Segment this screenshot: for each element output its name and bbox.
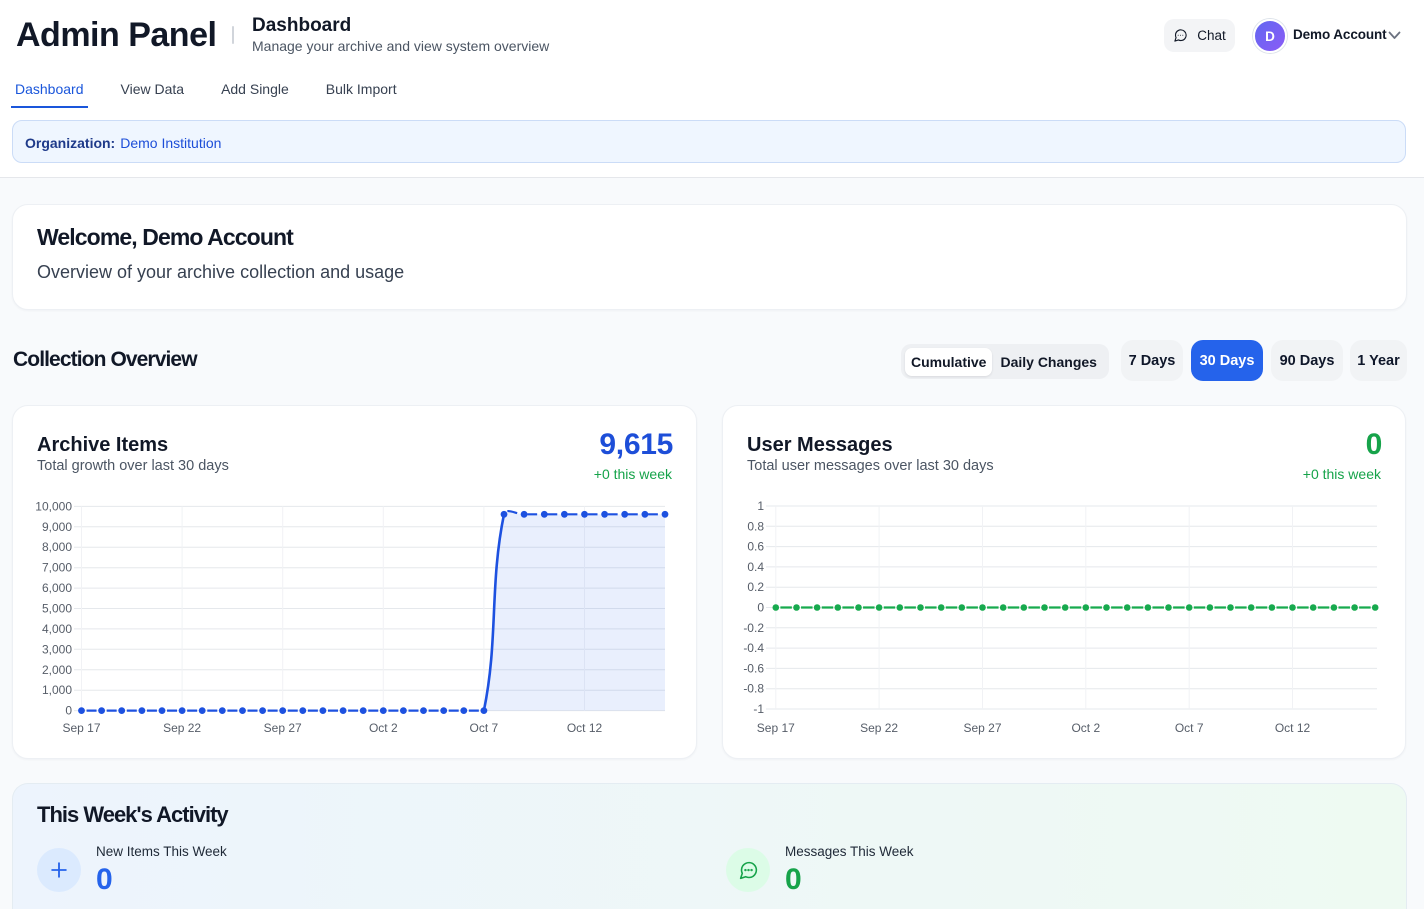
svg-text:7,000: 7,000 <box>42 561 72 575</box>
svg-text:Oct 12: Oct 12 <box>1275 721 1311 735</box>
svg-text:4,000: 4,000 <box>42 622 72 636</box>
svg-text:1: 1 <box>757 499 764 513</box>
svg-text:0.2: 0.2 <box>747 580 764 594</box>
svg-text:Sep 22: Sep 22 <box>163 721 201 735</box>
svg-text:0: 0 <box>65 704 72 718</box>
svg-text:5,000: 5,000 <box>42 602 72 616</box>
svg-text:Sep 27: Sep 27 <box>963 721 1001 735</box>
svg-text:Sep 17: Sep 17 <box>62 721 100 735</box>
svg-text:Sep 27: Sep 27 <box>264 721 302 735</box>
svg-text:9,000: 9,000 <box>42 520 72 534</box>
svg-text:2,000: 2,000 <box>42 663 72 677</box>
svg-text:1,000: 1,000 <box>42 683 72 697</box>
svg-text:8,000: 8,000 <box>42 540 72 554</box>
svg-text:-0.4: -0.4 <box>743 641 764 655</box>
svg-text:Oct 2: Oct 2 <box>369 721 398 735</box>
svg-text:3,000: 3,000 <box>42 642 72 656</box>
svg-text:-0.2: -0.2 <box>743 621 764 635</box>
svg-text:Sep 17: Sep 17 <box>757 721 795 735</box>
svg-text:-1: -1 <box>753 702 764 716</box>
svg-text:Oct 7: Oct 7 <box>1175 721 1204 735</box>
svg-text:-0.8: -0.8 <box>743 682 764 696</box>
svg-text:Sep 22: Sep 22 <box>860 721 898 735</box>
svg-text:10,000: 10,000 <box>35 499 72 513</box>
svg-text:0.6: 0.6 <box>747 540 764 554</box>
svg-text:0.4: 0.4 <box>747 560 764 574</box>
svg-text:0: 0 <box>757 601 764 615</box>
svg-text:6,000: 6,000 <box>42 581 72 595</box>
svg-text:0.8: 0.8 <box>747 519 764 533</box>
svg-text:Oct 2: Oct 2 <box>1071 721 1100 735</box>
svg-text:-0.6: -0.6 <box>743 661 764 675</box>
svg-text:Oct 12: Oct 12 <box>567 721 603 735</box>
svg-text:Oct 7: Oct 7 <box>470 721 499 735</box>
